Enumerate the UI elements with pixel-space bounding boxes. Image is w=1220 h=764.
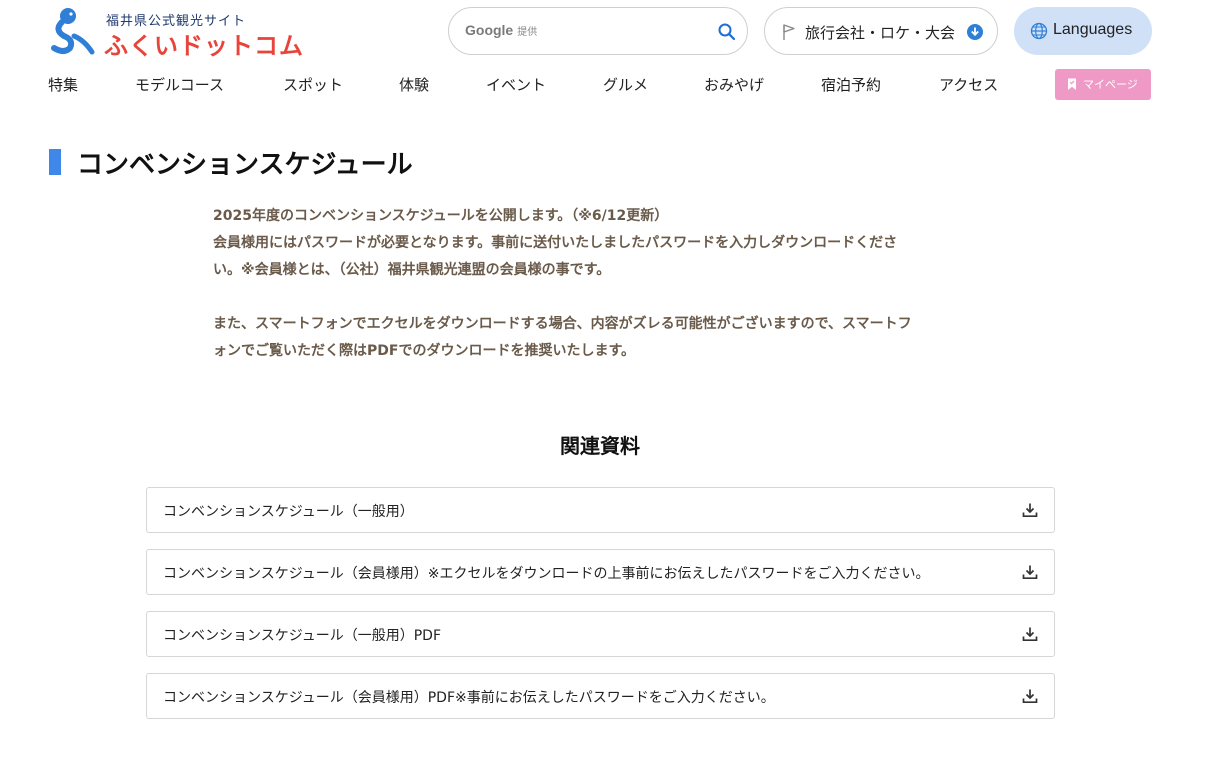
download-icon: [1022, 565, 1038, 580]
search-input[interactable]: [549, 18, 699, 44]
document-link[interactable]: コンベンションスケジュール（一般用）: [146, 487, 1055, 533]
intro-line: 2025年度のコンベンションスケジュールを公開します。（※6/12更新）: [213, 208, 669, 224]
travel-agency-label: 旅行会社・ロケ・大会: [805, 24, 956, 42]
intro-line: また、スマートフォンでエクセルをダウンロードする場合、内容がズレる可能性がござい…: [213, 316, 912, 332]
document-label: コンベンションスケジュール（一般用）PDF: [163, 628, 442, 644]
mypage-button[interactable]: マイページ: [1055, 69, 1151, 100]
search-icon[interactable]: [717, 22, 737, 42]
nav-item-features[interactable]: 特集: [48, 74, 78, 95]
title-accent-bar: [49, 149, 61, 175]
intro-line: ォンでご覧いただく際はPDFでのダウンロードを推奨いたします。: [213, 343, 636, 359]
site-search[interactable]: Google 提供: [448, 7, 748, 55]
intro-line: 会員様用にはパスワードが必要となります。事前に送付いたしましたパスワードを入力し…: [213, 235, 898, 251]
nav-item-events[interactable]: イベント: [486, 74, 546, 95]
nav-item-model-course[interactable]: モデルコース: [135, 74, 224, 95]
download-icon: [1022, 689, 1038, 704]
intro-line: い。※会員様とは、（公社）福井県観光連盟の会員様の事です。: [213, 262, 611, 278]
languages-label: Languages: [1053, 21, 1133, 38]
main-nav: 特集 モデルコース スポット 体験 イベント グルメ おみやげ 宿泊予約 アクセ…: [0, 66, 1220, 102]
globe-icon: [1030, 22, 1048, 40]
intro-text: 2025年度のコンベンションスケジュールを公開します。（※6/12更新） 会員様…: [213, 203, 993, 365]
nav-item-accommodation[interactable]: 宿泊予約: [821, 74, 881, 95]
logo-mascot-icon: [51, 8, 95, 55]
nav-item-souvenirs[interactable]: おみやげ: [704, 74, 764, 95]
site-header: 福井県公式観光サイト ふくいドットコム Google提供 旅行会社・ロケ・大会: [0, 0, 1220, 64]
languages-button[interactable]: Languages: [1014, 7, 1152, 55]
document-link[interactable]: コンベンションスケジュール（一般用）PDF: [146, 611, 1055, 657]
search-provider: Google 提供: [465, 22, 537, 38]
document-label: コンベンションスケジュール（一般用）: [163, 504, 414, 520]
travel-agency-button[interactable]: 旅行会社・ロケ・大会: [764, 7, 998, 55]
nav-item-access[interactable]: アクセス: [939, 74, 998, 95]
document-link[interactable]: コンベンションスケジュール（会員様用）PDF※事前にお伝えしたパスワードをご入力…: [146, 673, 1055, 719]
download-icon: [1022, 503, 1038, 518]
nav-item-spots[interactable]: スポット: [283, 74, 343, 95]
document-link[interactable]: コンベンションスケジュール（会員様用）※エクセルをダウンロードの上事前にお伝えし…: [146, 549, 1055, 595]
mypage-label: マイページ: [1083, 78, 1138, 91]
nav-item-experience[interactable]: 体験: [399, 74, 429, 95]
logo-title: ふくいドットコム: [104, 32, 304, 60]
page-title: コンベンションスケジュール: [77, 150, 413, 180]
download-icon: [1022, 627, 1038, 642]
flag-icon: [783, 24, 795, 40]
site-logo[interactable]: 福井県公式観光サイト ふくいドットコム: [48, 6, 318, 60]
document-label: コンベンションスケジュール（会員様用）※エクセルをダウンロードの上事前にお伝えし…: [163, 566, 930, 582]
google-brand: Google: [465, 22, 514, 38]
document-label: コンベンションスケジュール（会員様用）PDF※事前にお伝えしたパスワードをご入力…: [163, 690, 775, 706]
nav-item-gourmet[interactable]: グルメ: [603, 74, 648, 95]
bookmark-icon: [1068, 78, 1076, 90]
related-documents-heading: 関連資料: [560, 434, 640, 458]
download-circle-icon: [967, 24, 983, 40]
provided-label: 提供: [517, 27, 538, 38]
